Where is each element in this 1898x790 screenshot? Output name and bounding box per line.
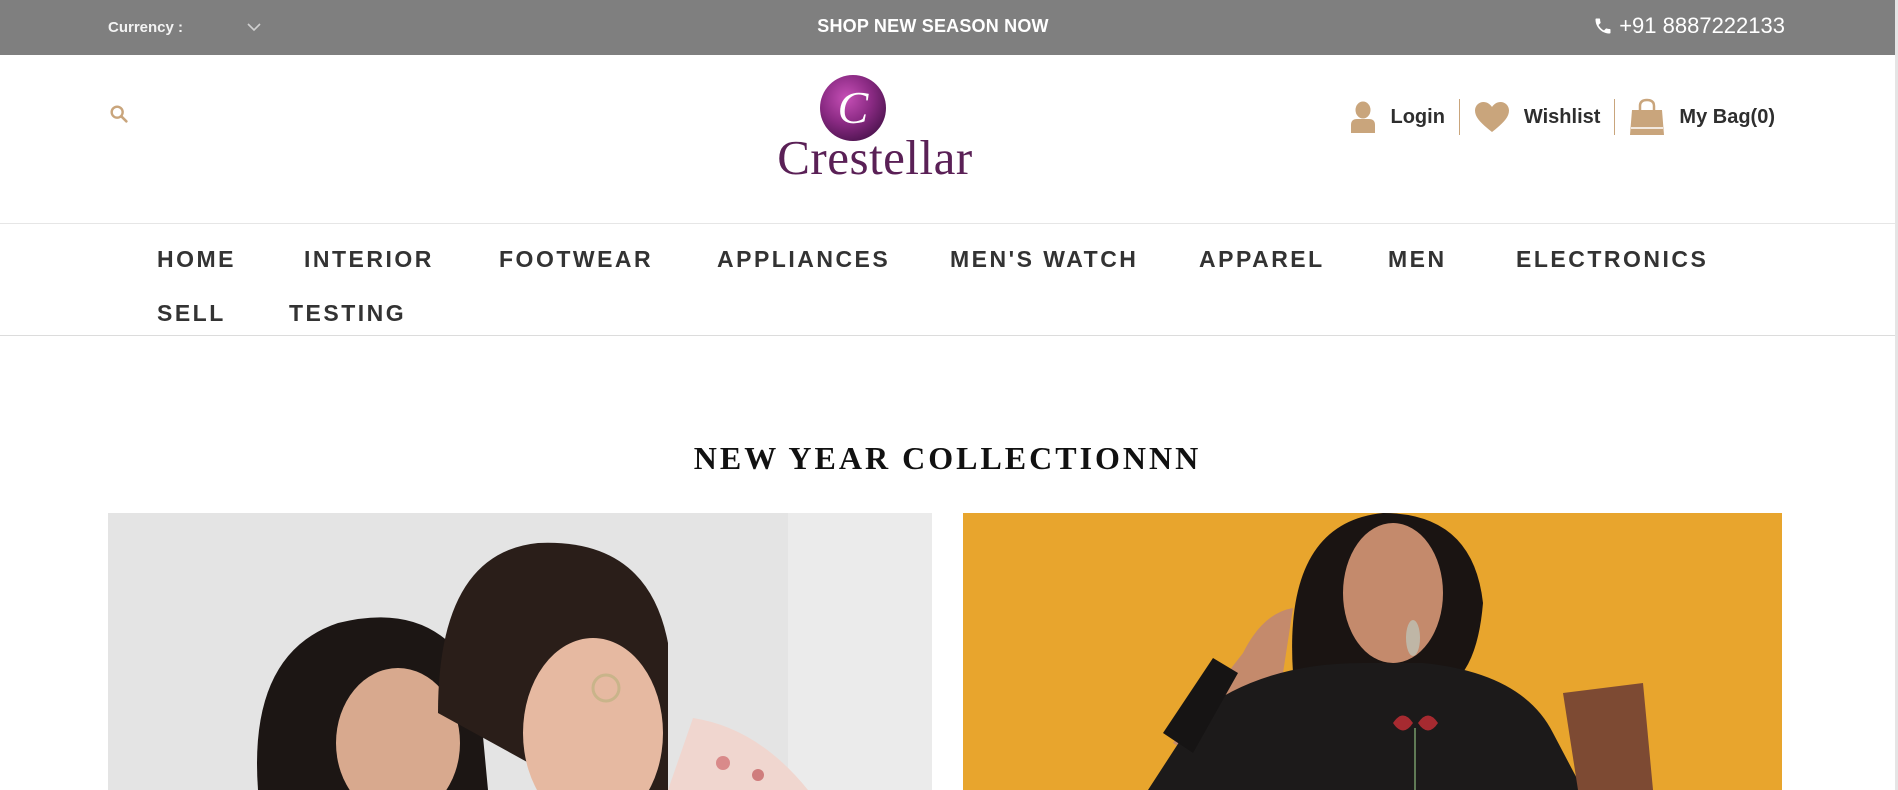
heart-icon bbox=[1474, 102, 1509, 132]
login-label: Login bbox=[1390, 105, 1445, 128]
logo-letter: C bbox=[838, 82, 870, 133]
nav-item-mens-watch[interactable]: MEN'S WATCH bbox=[950, 246, 1138, 273]
phone-icon bbox=[1595, 18, 1611, 34]
divider bbox=[1614, 99, 1616, 135]
nav-item-interior[interactable]: INTERIOR bbox=[304, 246, 434, 273]
promo-link[interactable]: SHOP NEW SEASON NOW bbox=[0, 16, 1866, 37]
collection-banner-left[interactable] bbox=[108, 513, 932, 790]
divider bbox=[1458, 99, 1460, 135]
bag-link[interactable]: My Bag(0) bbox=[1621, 98, 1783, 136]
nav-item-electronics[interactable]: ELECTRONICS bbox=[1516, 246, 1708, 273]
search-button[interactable] bbox=[108, 103, 132, 127]
login-link[interactable]: Login bbox=[1342, 101, 1452, 133]
top-bar: Currency : SHOP NEW SEASON NOW +91 88872… bbox=[0, 0, 1895, 55]
section-title: NEW YEAR COLLECTIONNN bbox=[693, 440, 1202, 476]
bag-label: My Bag(0) bbox=[1679, 105, 1775, 128]
site-header: C Crestellar Login Wishlist My Bag(0) bbox=[0, 55, 1895, 223]
wishlist-label: Wishlist bbox=[1523, 105, 1601, 128]
nav-item-testing[interactable]: TESTING bbox=[289, 300, 406, 327]
user-icon bbox=[1351, 101, 1376, 133]
nav-item-home[interactable]: HOME bbox=[157, 246, 236, 273]
search-icon bbox=[110, 105, 128, 123]
collection-banner-right[interactable] bbox=[963, 513, 1782, 790]
logo-wordmark: Crestellar bbox=[777, 130, 973, 185]
nav-item-apparel[interactable]: APPAREL bbox=[1199, 246, 1325, 273]
main-nav: HOME INTERIOR FOOTWEAR APPLIANCES MEN'S … bbox=[0, 223, 1895, 336]
nav-item-appliances[interactable]: APPLIANCES bbox=[717, 246, 890, 273]
site-logo[interactable]: C Crestellar bbox=[760, 75, 990, 185]
model-photo bbox=[108, 513, 932, 790]
wishlist-link[interactable]: Wishlist bbox=[1466, 101, 1609, 133]
nav-item-men[interactable]: MEN bbox=[1388, 246, 1447, 273]
model-photo bbox=[963, 513, 1782, 790]
nav-item-footwear[interactable]: FOOTWEAR bbox=[499, 246, 653, 273]
nav-item-sell[interactable]: SELL bbox=[157, 300, 226, 327]
header-actions: Login Wishlist My Bag(0) bbox=[1342, 97, 1783, 137]
phone-link[interactable]: +91 8887222133 bbox=[1593, 13, 1785, 39]
shopping-bag-icon bbox=[1630, 98, 1665, 135]
phone-number: +91 8887222133 bbox=[1619, 13, 1785, 38]
